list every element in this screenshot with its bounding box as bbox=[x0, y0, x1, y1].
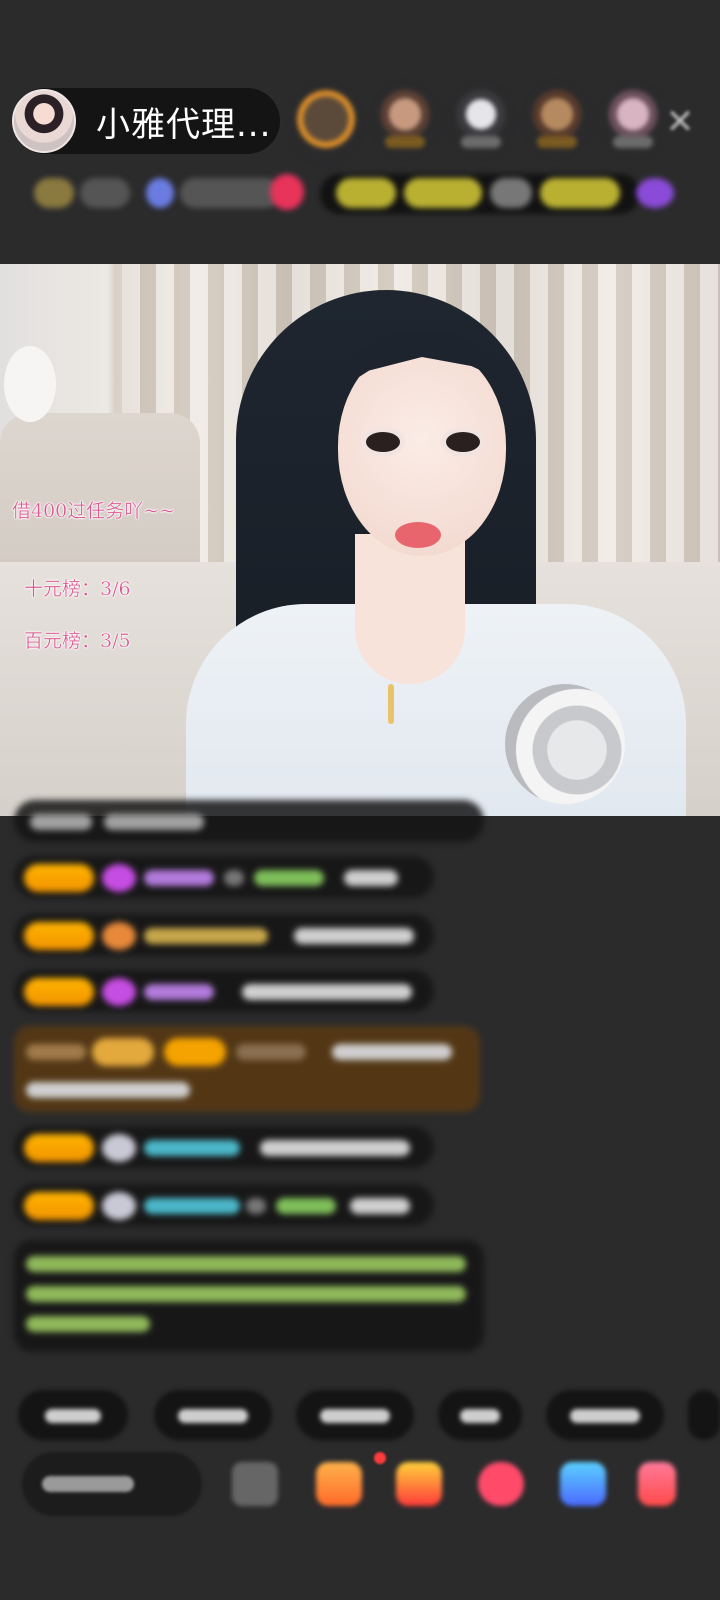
chat-text bbox=[26, 1082, 190, 1098]
gem-icon bbox=[102, 978, 136, 1006]
level-badge bbox=[24, 1192, 94, 1220]
chat-username[interactable] bbox=[144, 928, 268, 944]
chat-message[interactable] bbox=[14, 970, 434, 1012]
chat-text bbox=[104, 814, 204, 830]
quick-phrase-chip[interactable] bbox=[296, 1390, 414, 1440]
vip-badge bbox=[92, 1038, 154, 1066]
chat-username[interactable] bbox=[254, 870, 324, 886]
level-badge bbox=[164, 1038, 226, 1066]
heart-icon[interactable] bbox=[270, 174, 304, 210]
chat-text bbox=[332, 1044, 452, 1060]
viewer-avatar[interactable] bbox=[526, 84, 588, 156]
chat-username[interactable] bbox=[144, 1198, 240, 1214]
rank-icon bbox=[34, 178, 74, 208]
quick-phrase-bar bbox=[18, 1390, 720, 1440]
game-icon[interactable] bbox=[560, 1462, 606, 1506]
gem-icon bbox=[102, 1134, 136, 1162]
chat-username[interactable] bbox=[144, 870, 214, 886]
notification-dot bbox=[374, 1452, 386, 1464]
notice-text bbox=[26, 1316, 150, 1332]
chat-text bbox=[30, 814, 92, 830]
microphone bbox=[505, 684, 625, 804]
announcement-text bbox=[540, 178, 620, 208]
necklace bbox=[388, 684, 394, 724]
notice-text bbox=[26, 1256, 466, 1272]
overlay-rank-10: 十元榜：3/6 bbox=[24, 578, 131, 600]
fans-label bbox=[180, 178, 280, 208]
overlay-task-text: 借400过任务吖~~ bbox=[12, 500, 176, 522]
chat-username[interactable] bbox=[144, 1140, 240, 1156]
viewer-avatar[interactable] bbox=[450, 84, 512, 156]
highlight-message[interactable] bbox=[14, 1026, 480, 1112]
quick-phrase-chip[interactable] bbox=[438, 1390, 522, 1440]
chat-text bbox=[350, 1198, 410, 1214]
quick-phrase-chip[interactable] bbox=[154, 1390, 272, 1440]
announcement-text bbox=[404, 178, 482, 208]
bottom-toolbar bbox=[22, 1452, 702, 1522]
gift-icon[interactable] bbox=[396, 1462, 442, 1506]
host-info-pill[interactable]: 小雅代理... bbox=[12, 88, 280, 154]
streamer-neck bbox=[355, 534, 465, 684]
system-notice bbox=[14, 1240, 484, 1352]
level-badge bbox=[24, 978, 94, 1006]
chat-text bbox=[224, 870, 244, 886]
close-icon[interactable]: ✕ bbox=[660, 102, 700, 142]
fans-icon bbox=[146, 178, 174, 208]
chat-username[interactable] bbox=[26, 1044, 86, 1060]
gem-icon bbox=[102, 922, 136, 950]
host-avatar[interactable] bbox=[12, 89, 76, 153]
activity-icon[interactable] bbox=[636, 178, 674, 208]
announcement-text bbox=[490, 178, 532, 208]
chat-text bbox=[294, 928, 414, 944]
chat-message[interactable] bbox=[14, 1126, 434, 1168]
heart-gift-icon[interactable] bbox=[478, 1462, 524, 1506]
level-badge bbox=[24, 922, 94, 950]
chat-message[interactable] bbox=[14, 800, 484, 842]
stream-info-row bbox=[20, 168, 688, 220]
emoji-icon[interactable] bbox=[232, 1462, 278, 1506]
notice-text bbox=[26, 1286, 466, 1302]
more-icon[interactable] bbox=[638, 1462, 676, 1506]
chat-text bbox=[344, 870, 398, 886]
gem-icon bbox=[102, 1192, 136, 1220]
host-name[interactable]: 小雅代理... bbox=[96, 97, 271, 146]
plush-toy bbox=[4, 346, 56, 422]
level-badge bbox=[24, 1134, 94, 1162]
live-video[interactable]: 借400过任务吖~~ 十元榜：3/6 百元榜：3/5 bbox=[0, 264, 720, 816]
live-stream-screen: 小雅代理... ✕ 借400过任务吖~~ 十元榜：3/6 百元榜：3/5 bbox=[0, 0, 720, 1600]
quick-phrase-chip[interactable] bbox=[688, 1390, 720, 1440]
chat-username[interactable] bbox=[236, 1044, 306, 1060]
chat-message[interactable] bbox=[14, 914, 434, 956]
overlay-rank-100: 百元榜：3/5 bbox=[24, 630, 131, 652]
box-icon[interactable] bbox=[316, 1462, 362, 1506]
viewer-avatar[interactable] bbox=[374, 84, 436, 156]
top-viewers-list bbox=[292, 84, 664, 162]
chat-message[interactable] bbox=[14, 856, 434, 898]
quick-phrase-chip[interactable] bbox=[546, 1390, 664, 1440]
streamer-eye bbox=[366, 432, 400, 452]
rank-label bbox=[80, 178, 130, 208]
chat-username[interactable] bbox=[276, 1198, 336, 1214]
chat-text bbox=[260, 1140, 410, 1156]
quick-phrase-chip[interactable] bbox=[18, 1390, 128, 1440]
chat-message[interactable] bbox=[14, 1184, 434, 1226]
streamer-eye bbox=[446, 432, 480, 452]
level-badge bbox=[24, 864, 94, 892]
viewer-avatar[interactable] bbox=[292, 84, 360, 162]
chat-input[interactable] bbox=[22, 1452, 202, 1516]
chat-input-placeholder bbox=[42, 1476, 134, 1492]
viewer-avatar[interactable] bbox=[602, 84, 664, 156]
chat-text bbox=[242, 984, 412, 1000]
chat-text bbox=[246, 1198, 266, 1214]
chat-username[interactable] bbox=[144, 984, 214, 1000]
announcement-text bbox=[336, 178, 396, 208]
gem-icon bbox=[102, 864, 136, 892]
streamer-lips bbox=[395, 522, 441, 548]
